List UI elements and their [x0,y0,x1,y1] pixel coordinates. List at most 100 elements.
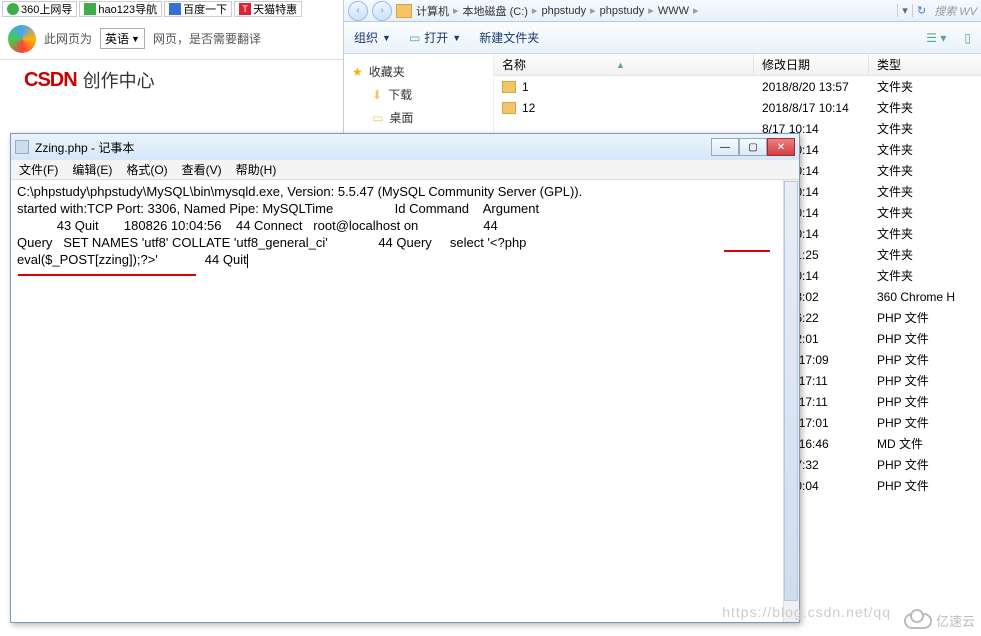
file-type: 文件夹 [869,141,981,158]
chevron-down-icon: ▼ [382,33,391,43]
refresh-icon[interactable]: ↻ [917,4,926,17]
chevron-down-icon: ▼ [452,33,461,43]
crumb-sep-icon: ▸ [532,4,538,17]
notepad-content: C:\phpstudy\phpstudy\MySQL\bin\mysqld.ex… [17,184,582,267]
file-type: 360 Chrome H [869,290,981,304]
tab-icon: T [239,3,251,15]
annotation-underline [18,274,196,276]
col-date-header[interactable]: 修改日期 [754,54,869,75]
file-type: PHP 文件 [869,330,981,347]
col-name-header[interactable]: 名称 ▲ [494,54,754,75]
csdn-title: 创作中心 [83,67,155,93]
yisu-text: 亿速云 [936,611,975,630]
nav-back-button[interactable]: ‹ [348,1,368,21]
address-dropdown[interactable]: ▾ [897,4,913,17]
sort-arrow-icon: ▲ [616,60,625,70]
menu-view[interactable]: 查看(V) [182,161,222,178]
view-options-button[interactable]: ☰ ▾ [926,31,946,45]
translate-suffix: 网页，是否需要翻译 [153,30,261,47]
file-type: MD 文件 [869,435,981,452]
col-type-header[interactable]: 类型 [869,54,981,75]
scrollbar-thumb[interactable] [784,181,798,601]
file-date: 2018/8/20 13:57 [754,80,869,94]
organize-label: 组织 [354,29,378,46]
folder-icon [502,81,516,93]
sidebar-label: 收藏夹 [369,63,405,80]
file-type: PHP 文件 [869,351,981,368]
sidebar-desktop[interactable]: ▭ 桌面 [344,106,493,129]
watermark: https://blog.csdn.net/qq [722,604,891,620]
annotation-underline [724,250,770,252]
file-date: 2018/8/17 10:14 [754,101,869,115]
preview-pane-button[interactable]: ▯ [964,31,971,45]
text-cursor [247,254,248,268]
notepad-window: Zzing.php - 记事本 — ▢ ✕ 文件(F) 编辑(E) 格式(O) … [10,133,800,623]
tab-icon [169,3,181,15]
file-type: 文件夹 [869,204,981,221]
breadcrumb[interactable]: phpstudy [600,5,645,17]
tab-icon [84,3,96,15]
breadcrumb[interactable]: WWW [658,5,689,17]
menu-file[interactable]: 文件(F) [19,161,58,178]
col-label: 名称 [502,56,526,73]
tab-hao123[interactable]: hao123导航 [79,1,162,17]
browser-logo-icon [8,25,36,53]
table-row[interactable]: 12 2018/8/17 10:14文件夹 [494,97,981,118]
new-folder-button[interactable]: 新建文件夹 [479,29,539,46]
file-name: 12 [522,101,535,115]
folder-icon: ⬇ [372,88,382,102]
file-type: PHP 文件 [869,393,981,410]
table-row[interactable]: 12018/8/20 13:57文件夹 [494,76,981,97]
desktop-icon: ▭ [372,111,383,125]
breadcrumb[interactable]: phpstudy [541,5,586,17]
close-button[interactable]: ✕ [767,138,795,156]
tab-label: 360上网导 [21,1,72,17]
notepad-text-area[interactable]: C:\phpstudy\phpstudy\MySQL\bin\mysqld.ex… [11,180,799,622]
crumb-sep-icon: ▸ [453,4,459,17]
file-type: 文件夹 [869,183,981,200]
scrollbar[interactable] [783,180,799,622]
explorer-toolbar: 组织▼ ▭打开▼ 新建文件夹 ☰ ▾ ▯ [344,22,981,54]
tab-tmall[interactable]: T天猫特惠 [234,1,302,17]
search-input[interactable]: 搜索 WV [930,3,977,19]
sidebar-label: 桌面 [389,109,413,126]
notepad-titlebar[interactable]: Zzing.php - 记事本 — ▢ ✕ [11,134,799,160]
column-headers: 名称 ▲ 修改日期 类型 [494,54,981,76]
file-type: PHP 文件 [869,414,981,431]
file-type: PHP 文件 [869,477,981,494]
maximize-button[interactable]: ▢ [739,138,767,156]
menu-edit[interactable]: 编辑(E) [72,161,112,178]
folder-icon [396,4,412,18]
csdn-logo: CSDN [24,69,77,92]
tab-icon [7,3,19,15]
breadcrumb[interactable]: 计算机 [416,3,449,19]
file-type: 文件夹 [869,162,981,179]
file-type: 文件夹 [869,99,981,116]
folder-icon [502,102,516,114]
crumb-sep-icon: ▸ [648,4,654,17]
language-select[interactable]: 英语▼ [100,28,145,49]
tab-360nav[interactable]: 360上网导 [2,1,77,17]
nav-forward-button[interactable]: › [372,1,392,21]
file-type: PHP 文件 [869,372,981,389]
tab-baidu[interactable]: 百度一下 [164,1,232,17]
sidebar-favorites[interactable]: ★收藏夹 [344,60,493,83]
minimize-button[interactable]: — [711,138,739,156]
sidebar-label: 下载 [388,86,412,103]
language-label: 英语 [105,30,129,47]
menu-help[interactable]: 帮助(H) [236,161,277,178]
notepad-title: Zzing.php - 记事本 [35,139,705,156]
crumb-sep-icon: ▸ [693,4,699,17]
organize-button[interactable]: 组织 ▼ [354,29,391,46]
translate-prefix: 此网页为 [44,30,92,47]
file-type: 文件夹 [869,225,981,242]
explorer-address-bar: ‹ › 计算机▸ 本地磁盘 (C:)▸ phpstudy▸ phpstudy▸ … [344,0,981,22]
menu-format[interactable]: 格式(O) [126,161,167,178]
open-button[interactable]: ▭打开▼ [409,29,461,46]
sidebar-downloads[interactable]: ⬇ 下载 [344,83,493,106]
file-type: 文件夹 [869,120,981,137]
open-label: 打开 [424,29,448,46]
breadcrumb[interactable]: 本地磁盘 (C:) [463,3,528,19]
notepad-menubar: 文件(F) 编辑(E) 格式(O) 查看(V) 帮助(H) [11,160,799,180]
file-type: 文件夹 [869,78,981,95]
